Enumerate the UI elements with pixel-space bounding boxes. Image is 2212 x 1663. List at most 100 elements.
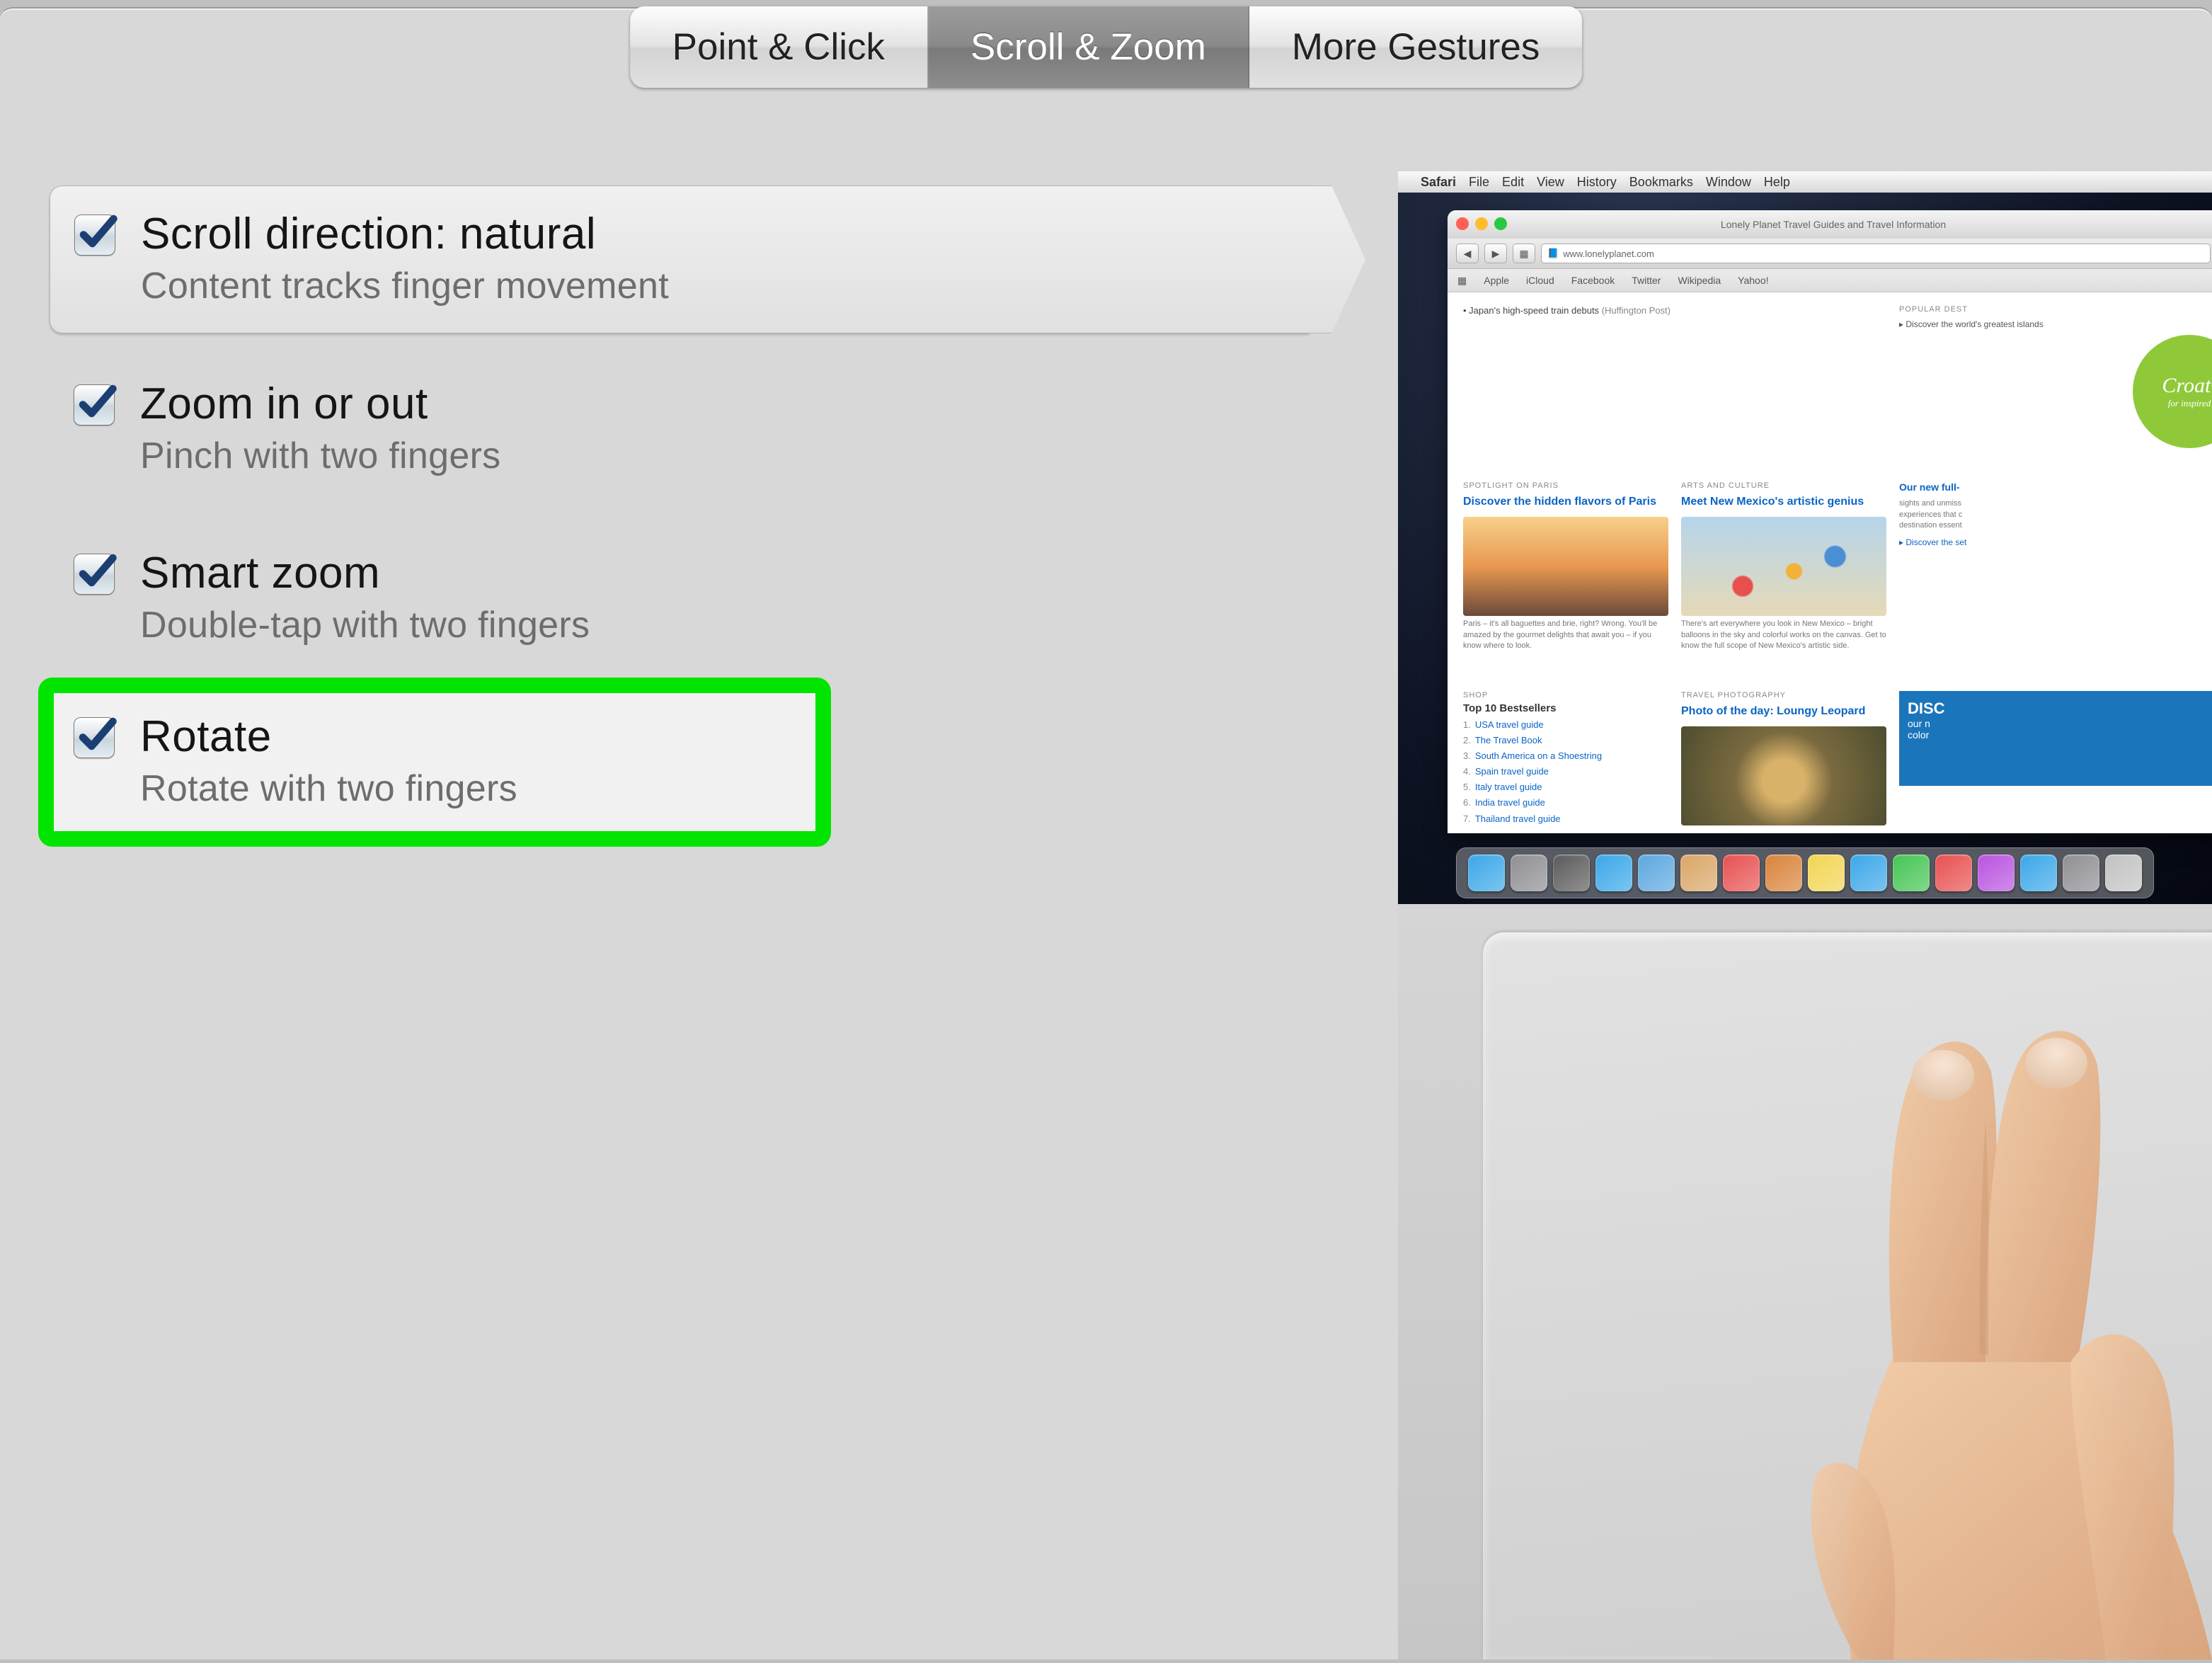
safari-icon <box>1595 855 1632 891</box>
list-item: 4.Spain travel guide <box>1463 764 1668 779</box>
menubar: Safari File Edit View History Bookmarks … <box>1398 171 2212 193</box>
menubar-item: File <box>1469 175 1489 190</box>
card-header: SPOTLIGHT ON PARIS <box>1463 481 1668 490</box>
zoom-icon <box>1494 217 1507 230</box>
option-title: Zoom in or out <box>140 379 501 429</box>
menubar-item: Bookmarks <box>1629 175 1693 190</box>
menubar-item: Help <box>1764 175 1790 190</box>
preferences-pane: Point & Click Scroll & Zoom More Gesture… <box>0 7 2212 1659</box>
address-bar: 📘 www.lonelyplanet.com <box>1541 244 2211 263</box>
messages-icon <box>1850 855 1887 891</box>
safari-window: Lonely Planet Travel Guides and Travel I… <box>1448 210 2212 833</box>
tab-segmented-control: Point & Click Scroll & Zoom More Gesture… <box>630 6 1583 88</box>
bookmark-item: iCloud <box>1526 275 1554 286</box>
news-item: Japan's high-speed train debuts <box>1469 305 1599 316</box>
launchpad-icon <box>1511 855 1547 891</box>
option-title: Rotate <box>140 712 517 762</box>
sidebar-link: Discover the world's greatest islands <box>1906 319 2043 329</box>
gesture-preview-area: Safari File Edit View History Bookmarks … <box>1398 171 2212 1659</box>
side-title: Our new full- <box>1899 481 2204 493</box>
notes-icon <box>1808 855 1845 891</box>
badge-title: Croati <box>2162 374 2212 398</box>
photobooth-icon <box>1935 855 1972 891</box>
discover-l2: our n <box>1908 718 2212 729</box>
mission-icon <box>1553 855 1590 891</box>
option-row[interactable]: Zoom in or out Pinch with two fingers <box>50 356 1310 503</box>
option-description: Content tracks finger movement <box>141 265 669 307</box>
list-item: 2.The Travel Book <box>1463 733 1668 748</box>
list-item: 6.India travel guide <box>1463 795 1668 811</box>
side-link: Discover the set <box>1906 537 1966 547</box>
news-source: (Huffington Post) <box>1602 305 1671 316</box>
appstore-icon <box>2020 855 2057 891</box>
preview-trackpad <box>1398 904 2212 1659</box>
bookmarks-bar: ▦ Apple iCloud Facebook Twitter Wikipedi… <box>1448 269 2212 292</box>
option-checkbox[interactable] <box>74 215 114 254</box>
trash-icon <box>2105 855 2142 891</box>
option-checkbox[interactable] <box>74 554 113 593</box>
sidebar-header: POPULAR DEST <box>1899 305 2204 314</box>
bookmark-item: Apple <box>1484 275 1509 286</box>
option-checkbox[interactable] <box>74 717 113 757</box>
back-button-icon: ◀ <box>1456 244 1479 263</box>
article-card: SPOTLIGHT ON PARIS Discover the hidden f… <box>1463 481 1668 673</box>
finder-icon <box>1468 855 1505 891</box>
url-text: www.lonelyplanet.com <box>1563 248 1654 259</box>
window-title: Lonely Planet Travel Guides and Travel I… <box>1721 219 1946 230</box>
bookmark-icon: ▦ <box>1513 244 1535 263</box>
shop-title: Top 10 Bestsellers <box>1463 702 1668 714</box>
option-row[interactable]: Smart zoom Double-tap with two fingers <box>50 525 1310 672</box>
option-checkbox[interactable] <box>74 384 113 424</box>
bookmark-item: Yahoo! <box>1738 275 1768 286</box>
menubar-item: Window <box>1706 175 1751 190</box>
menubar-app-name: Safari <box>1421 175 1456 190</box>
option-row[interactable]: Rotate Rotate with two fingers <box>50 689 820 835</box>
option-row[interactable]: Scroll direction: natural Content tracks … <box>50 185 1310 333</box>
card-header: ARTS AND CULTURE <box>1681 481 1886 490</box>
list-item: 1.USA travel guide <box>1463 717 1668 733</box>
reminders-icon <box>1765 855 1802 891</box>
shop-card: SHOP Top 10 Bestsellers 1.USA travel gui… <box>1463 691 1668 833</box>
card-image <box>1681 726 1886 825</box>
shop-list: 1.USA travel guide2.The Travel Book3.Sou… <box>1463 717 1668 827</box>
bookmark-item: Facebook <box>1571 275 1615 286</box>
bookmark-item: Wikipedia <box>1678 275 1721 286</box>
promo-badge: Croati for inspired <box>2133 335 2212 448</box>
traffic-lights <box>1456 217 1507 230</box>
forward-button-icon: ▶ <box>1484 244 1507 263</box>
dock <box>1456 847 2154 898</box>
card-image <box>1681 517 1886 616</box>
list-item: 3.South America on a Shoestring <box>1463 748 1668 764</box>
option-title: Smart zoom <box>140 548 590 598</box>
card-header: TRAVEL PHOTOGRAPHY <box>1681 691 1886 699</box>
hand-illustration <box>1674 1022 2212 1659</box>
list-item: 7.Thailand travel guide <box>1463 811 1668 827</box>
option-description: Rotate with two fingers <box>140 767 517 810</box>
card-text: There's art everywhere you look in New M… <box>1681 619 1886 651</box>
badge-sub: for inspired <box>2168 398 2211 409</box>
tab-more-gestures[interactable]: More Gestures <box>1249 6 1583 88</box>
photo-card: TRAVEL PHOTOGRAPHY Photo of the day: Lou… <box>1681 691 1886 833</box>
discover-box: DISC our n color <box>1899 691 2212 786</box>
card-text: Paris – it's all baguettes and brie, rig… <box>1463 619 1668 651</box>
mail-icon <box>1638 855 1675 891</box>
card-header: SHOP <box>1463 691 1668 699</box>
option-description: Pinch with two fingers <box>140 435 501 477</box>
menubar-item: View <box>1537 175 1564 190</box>
side-text: sights and unmiss experiences that c des… <box>1899 498 2204 531</box>
contacts-icon <box>1680 855 1717 891</box>
itunes-icon <box>1978 855 2015 891</box>
card-image <box>1463 517 1668 616</box>
browser-toolbar: ◀ ▶ ▦ 📘 www.lonelyplanet.com <box>1448 239 2212 269</box>
options-list: Scroll direction: natural Content tracks … <box>50 185 1310 835</box>
option-title: Scroll direction: natural <box>141 209 669 259</box>
tab-point-click[interactable]: Point & Click <box>630 6 928 88</box>
preview-screen: Safari File Edit View History Bookmarks … <box>1398 171 2212 904</box>
facetime-icon <box>1893 855 1930 891</box>
option-description: Double-tap with two fingers <box>140 604 590 646</box>
discover-l3: color <box>1908 729 2212 741</box>
close-icon <box>1456 217 1469 230</box>
settings-icon <box>2063 855 2099 891</box>
tab-scroll-zoom[interactable]: Scroll & Zoom <box>928 6 1249 88</box>
article-card: ARTS AND CULTURE Meet New Mexico's artis… <box>1681 481 1886 673</box>
